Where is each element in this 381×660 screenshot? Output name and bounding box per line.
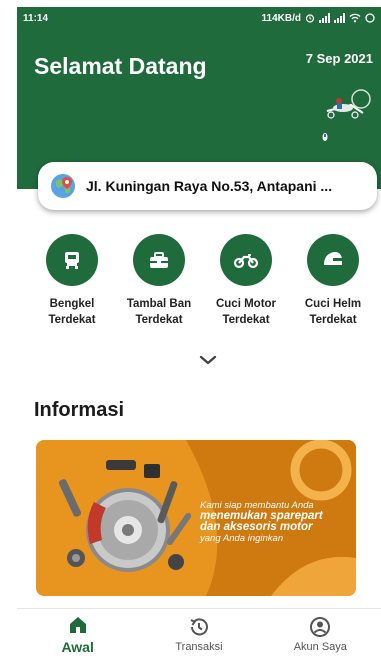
network-speed: 114KB/d xyxy=(261,12,301,24)
menu-item-tambal-ban[interactable]: Tambal Ban Terdekat xyxy=(117,234,201,328)
wifi-icon xyxy=(349,13,361,23)
menu-icon-circle xyxy=(133,234,185,286)
battery-icon xyxy=(365,13,375,23)
status-time: 11:14 xyxy=(23,12,49,24)
signal-icon xyxy=(334,13,345,23)
menu-icon-circle xyxy=(220,234,272,286)
signal-icon xyxy=(319,13,330,23)
helmet-icon xyxy=(324,252,342,265)
toolbox-icon xyxy=(150,252,168,268)
status-icons: 114KB/d xyxy=(262,13,375,24)
account-icon xyxy=(310,617,331,637)
nav-item-awal[interactable]: Awal xyxy=(17,609,138,660)
menu-icon-circle xyxy=(307,234,359,286)
globe-location-icon xyxy=(51,174,75,198)
location-card[interactable]: Jl. Kuningan Raya No.53, Antapani ... xyxy=(38,162,377,210)
nav-label: Transaksi xyxy=(175,641,223,653)
menu-label: Cuci Helm Terdekat xyxy=(304,298,362,326)
nav-item-transaksi[interactable]: Transaksi xyxy=(138,609,259,660)
menu-item-cuci-motor[interactable]: Cuci Motor Terdekat xyxy=(204,234,288,328)
bottom-navigation: Awal Transaksi Akun Saya xyxy=(17,608,381,660)
history-icon xyxy=(190,618,208,636)
workshop-icon xyxy=(65,252,79,269)
nav-label: Akun Saya xyxy=(293,641,347,653)
menu-label: Tambal Ban Terdekat xyxy=(126,298,192,326)
menu-label: Cuci Motor Terdekat xyxy=(215,298,277,326)
menu-item-bengkel[interactable]: Bengkel Terdekat xyxy=(30,234,114,328)
current-address: Jl. Kuningan Raya No.53, Antapani ... xyxy=(86,178,333,194)
chevron-down-icon[interactable] xyxy=(199,354,217,366)
motorcycle-icon xyxy=(233,254,259,269)
menu-label: Bengkel Terdekat xyxy=(48,298,96,326)
home-icon xyxy=(69,617,86,633)
section-title-informasi: Informasi xyxy=(34,399,125,421)
nav-item-akun-saya[interactable]: Akun Saya xyxy=(260,609,381,660)
banner-text: Kami siap membantu Anda menemukan sparep… xyxy=(200,500,323,544)
greeting-title: Selamat Datang xyxy=(34,53,207,79)
service-menu: Bengkel Terdekat Tambal Ban Terdekat Cuc… xyxy=(30,234,375,328)
menu-icon-circle xyxy=(46,234,98,286)
status-bar: 11:14 114KB/d xyxy=(17,7,381,29)
menu-item-cuci-helm[interactable]: Cuci Helm Terdekat xyxy=(291,234,375,328)
alarm-icon xyxy=(305,14,315,23)
promo-banner[interactable]: Kami siap membantu Anda menemukan sparep… xyxy=(36,440,356,596)
nav-label: Awal xyxy=(61,639,94,655)
current-date: 7 Sep 2021 xyxy=(305,51,373,66)
motorcycle-rider-illustration xyxy=(322,89,371,141)
